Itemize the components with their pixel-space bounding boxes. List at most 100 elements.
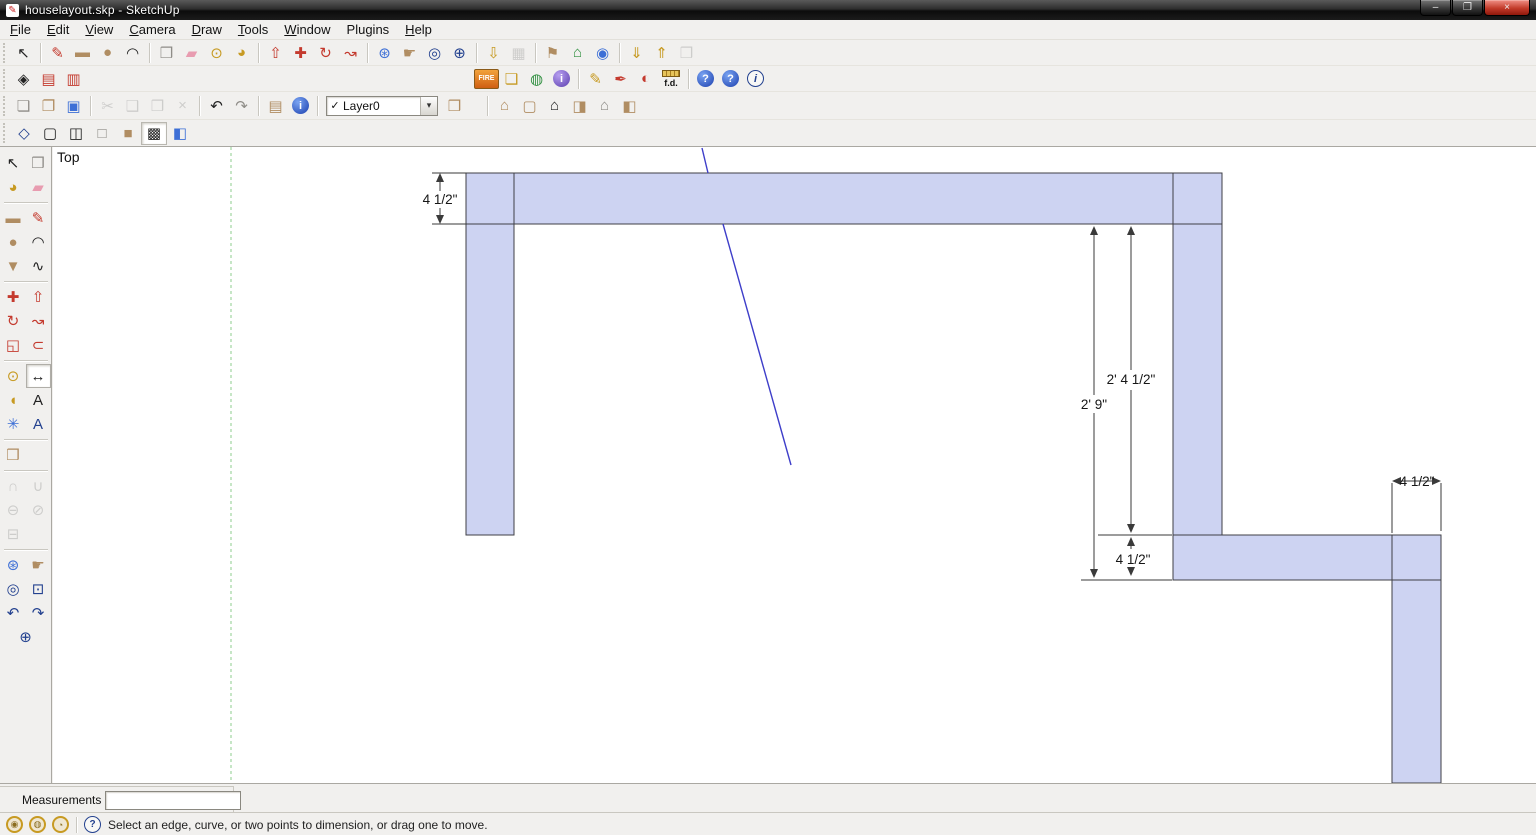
- wall-segment-right[interactable]: [1173, 224, 1222, 535]
- orbit-tool-button[interactable]: ⊛: [372, 42, 397, 64]
- right-view-button[interactable]: ◨: [567, 95, 592, 117]
- offset-tool-button[interactable]: ⊂: [26, 333, 51, 357]
- back-edges-style-button[interactable]: ◫: [63, 122, 89, 145]
- open-library-button[interactable]: ❏: [499, 68, 524, 90]
- zoom-extents-button[interactable]: ⊕: [447, 42, 472, 64]
- outer-shell-button[interactable]: ❒: [1, 443, 26, 467]
- minimize-button[interactable]: –: [1420, 0, 1451, 16]
- fire-plugin-button[interactable]: FIRE: [474, 68, 499, 90]
- section-display-button[interactable]: ▤: [36, 68, 61, 90]
- line-tool-button[interactable]: ✎: [45, 42, 70, 64]
- paint-bucket-button[interactable]: ◕: [1, 175, 26, 199]
- protractor-tool-button[interactable]: ◖: [1, 388, 26, 412]
- arc-tool-button[interactable]: ◠: [26, 230, 51, 254]
- make-component-button[interactable]: ❒: [154, 42, 179, 64]
- get-current-view-button[interactable]: ⇩: [481, 42, 506, 64]
- model-info-button[interactable]: i: [288, 95, 313, 117]
- add-building-button[interactable]: ⌂: [565, 42, 590, 64]
- layer-manager-button[interactable]: ❒: [442, 95, 467, 117]
- contrast-button[interactable]: ◐: [633, 68, 658, 90]
- wall-faces[interactable]: [466, 173, 1441, 783]
- toolbar-grip[interactable]: [3, 43, 9, 63]
- open-button[interactable]: ❐: [36, 95, 61, 117]
- help-pencil-button[interactable]: ?: [718, 68, 743, 90]
- text-tool-button[interactable]: A: [26, 388, 51, 412]
- add-location-button[interactable]: ⚑: [540, 42, 565, 64]
- freehand-tool-button[interactable]: ∿: [26, 254, 51, 278]
- section-cut-button[interactable]: ▥: [61, 68, 86, 90]
- line-tool-button[interactable]: ✎: [26, 206, 51, 230]
- push-pull-button[interactable]: ⇧: [26, 285, 51, 309]
- wall-segment-far-right[interactable]: [1392, 580, 1441, 783]
- rectangle-tool-button[interactable]: ▬: [70, 42, 95, 64]
- model-canvas[interactable]: Top: [53, 147, 1536, 783]
- menu-window[interactable]: Window: [276, 20, 338, 39]
- style-pencil-button[interactable]: ✎: [583, 68, 608, 90]
- menu-draw[interactable]: Draw: [184, 20, 230, 39]
- paint-bucket-button[interactable]: ◕: [229, 42, 254, 64]
- polygon-tool-button[interactable]: ▼: [1, 254, 26, 278]
- toolbar-grip[interactable]: [3, 123, 9, 143]
- wireframe-style-button[interactable]: ▢: [37, 122, 63, 145]
- circle-tool-button[interactable]: ●: [1, 230, 26, 254]
- zoom-tool-button[interactable]: ◎: [422, 42, 447, 64]
- shaded-textures-style-button[interactable]: ▩: [141, 122, 167, 145]
- select-tool-button[interactable]: ↖: [11, 42, 36, 64]
- eraser-tool-button[interactable]: ▰: [179, 42, 204, 64]
- eraser-tool-button[interactable]: ▰: [26, 175, 51, 199]
- wall-segment-left[interactable]: [466, 224, 514, 535]
- tape-measure-button[interactable]: ⊙: [204, 42, 229, 64]
- back-view-button[interactable]: ⌂: [592, 95, 617, 117]
- chevron-down-icon[interactable]: ▾: [420, 97, 437, 115]
- pan-tool-button[interactable]: ☛: [397, 42, 422, 64]
- follow-me-button[interactable]: ↝: [26, 309, 51, 333]
- iso-view-button[interactable]: ⌂: [492, 95, 517, 117]
- xray-style-button[interactable]: ◇: [11, 122, 37, 145]
- google-earth-button[interactable]: ◉: [590, 42, 615, 64]
- measurements-input[interactable]: [105, 791, 241, 810]
- menu-edit[interactable]: Edit: [39, 20, 77, 39]
- 3d-text-tool-button[interactable]: A: [26, 412, 51, 436]
- get-models-button[interactable]: ⇓: [624, 42, 649, 64]
- credits-status-icon[interactable]: ◍: [29, 816, 46, 833]
- share-model-button[interactable]: ⇑: [649, 42, 674, 64]
- close-button[interactable]: ×: [1484, 0, 1530, 16]
- pan-tool-button[interactable]: ☛: [26, 553, 51, 577]
- move-tool-button[interactable]: ✚: [288, 42, 313, 64]
- zoom-extents-button[interactable]: ⊕: [13, 625, 38, 649]
- left-view-button[interactable]: ◧: [617, 95, 642, 117]
- rectangle-tool-button[interactable]: ▬: [1, 206, 26, 230]
- fredo-dimension-button[interactable]: f.d.: [658, 68, 684, 90]
- follow-me-button[interactable]: ↝: [338, 42, 363, 64]
- menu-view[interactable]: View: [77, 20, 121, 39]
- make-component-button[interactable]: ❒: [26, 151, 51, 175]
- menu-camera[interactable]: Camera: [121, 20, 183, 39]
- zoom-next-button[interactable]: ↷: [26, 601, 51, 625]
- help-button[interactable]: ?: [693, 68, 718, 90]
- rotate-tool-button[interactable]: ↻: [1, 309, 26, 333]
- rotate-tool-button[interactable]: ↻: [313, 42, 338, 64]
- geolocation-status-icon[interactable]: ◉: [6, 816, 23, 833]
- dimension-lines[interactable]: [432, 173, 1441, 580]
- save-button[interactable]: ▣: [61, 95, 86, 117]
- axes-tool-button[interactable]: ◈: [11, 68, 36, 90]
- redo-button[interactable]: ↷: [229, 95, 254, 117]
- hidden-line-style-button[interactable]: □: [89, 122, 115, 145]
- dimension-tool-button[interactable]: ↔: [26, 364, 51, 388]
- orbit-tool-button[interactable]: ⊛: [1, 553, 26, 577]
- circle-tool-button[interactable]: ●: [95, 42, 120, 64]
- tape-measure-button[interactable]: ⊙: [1, 364, 26, 388]
- monochrome-style-button[interactable]: ◧: [167, 122, 193, 145]
- new-button[interactable]: ❏: [11, 95, 36, 117]
- push-pull-button[interactable]: ⇧: [263, 42, 288, 64]
- eyedropper-button[interactable]: ✒: [608, 68, 633, 90]
- zoom-previous-button[interactable]: ↶: [1, 601, 26, 625]
- front-view-button[interactable]: ⌂: [542, 95, 567, 117]
- wall-segment-bottom[interactable]: [1173, 535, 1441, 580]
- print-button[interactable]: ▤: [263, 95, 288, 117]
- claim-credit-status-icon[interactable]: ◔: [52, 816, 69, 833]
- undo-button[interactable]: ↶: [204, 95, 229, 117]
- plugin-info-button[interactable]: i: [549, 68, 574, 90]
- toolbar-grip[interactable]: [3, 69, 9, 89]
- dimension-labels[interactable]: 4 1/2" 2' 4 1/2" 2' 9" 4 1/2" 4 1/2": [423, 192, 1435, 567]
